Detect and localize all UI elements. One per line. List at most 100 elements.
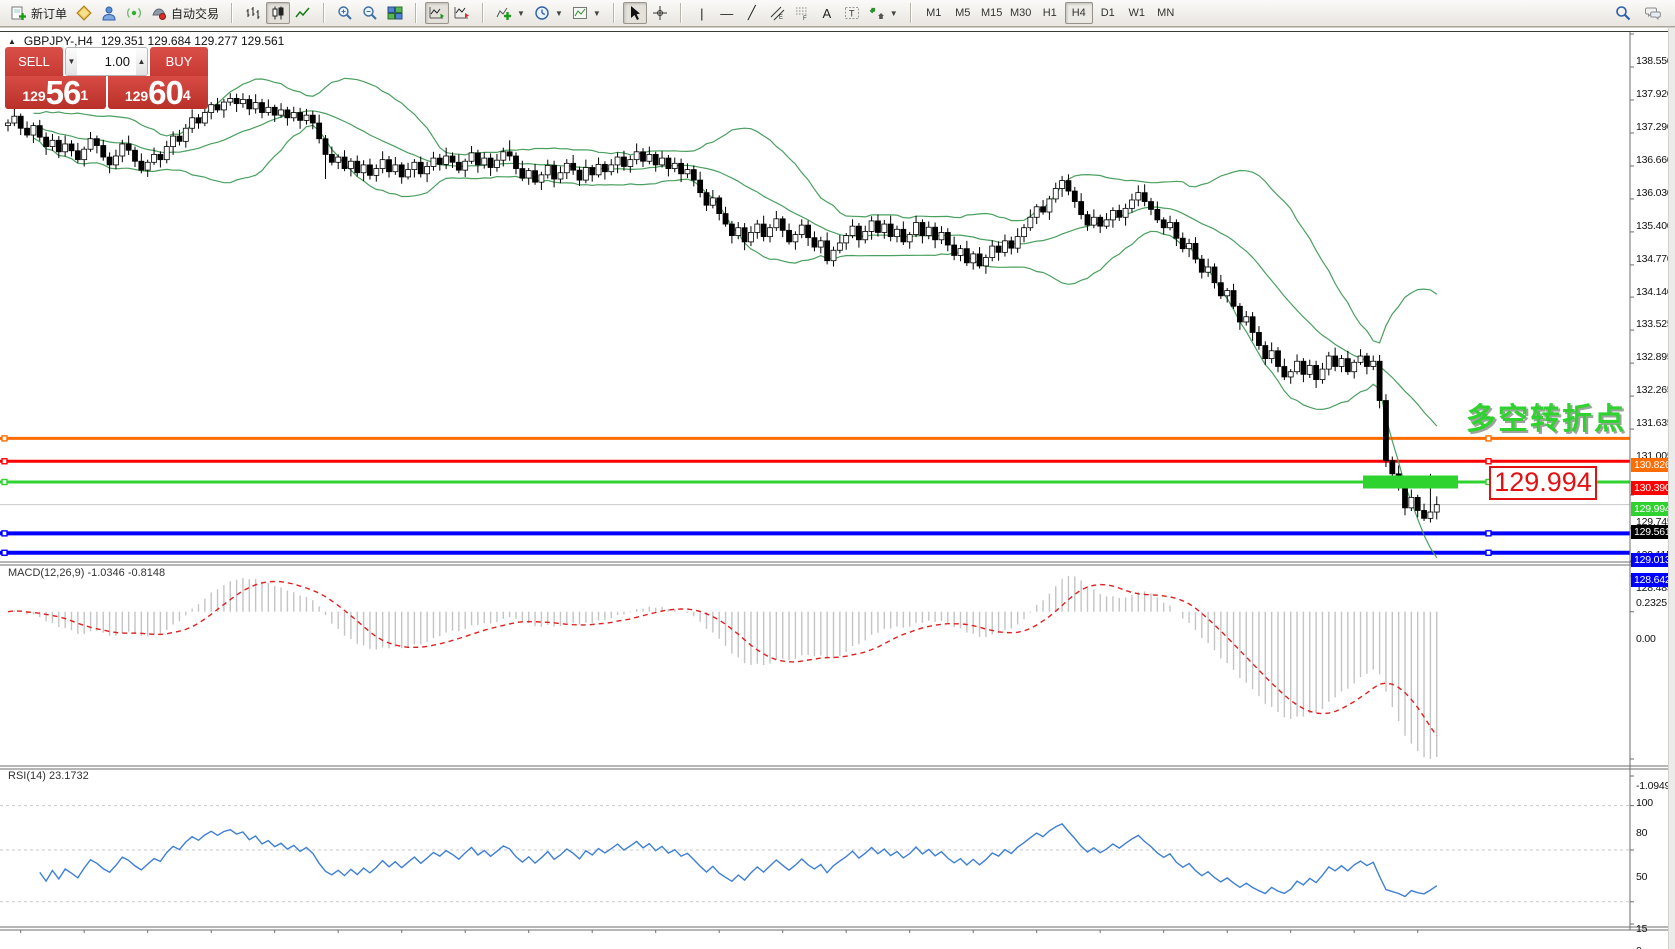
toolbar-separator <box>231 3 233 23</box>
mt4-application: 新订单 <box>0 0 1675 949</box>
indicators-button[interactable]: ▼ <box>492 2 529 24</box>
auto-scroll-icon <box>429 5 445 21</box>
buy-button[interactable]: BUY <box>150 47 208 76</box>
community-person-icon <box>101 5 117 21</box>
new-order-icon <box>11 5 27 21</box>
timeframe-button-m30[interactable]: M30 <box>1007 2 1035 24</box>
svg-text:T: T <box>849 9 855 19</box>
signals-button[interactable] <box>122 2 146 24</box>
turning-point-annotation[interactable]: 多空转折点 <box>1466 394 1626 438</box>
timeframe-button-h4[interactable]: H4 <box>1065 2 1093 24</box>
chart-window: 138.550137.920137.290136.660136.030135.4… <box>0 27 1675 949</box>
clock-icon <box>534 5 550 21</box>
text-icon: A <box>819 6 835 21</box>
chat-bubbles-icon <box>1645 5 1661 21</box>
signals-broadcast-icon <box>126 5 142 21</box>
templates-button[interactable]: ▼ <box>568 2 605 24</box>
auto-trading-label: 自动交易 <box>171 5 219 22</box>
search-icon <box>1615 5 1631 21</box>
vertical-line-tool-button[interactable]: | <box>690 2 714 24</box>
ohlc-quote-label: 129.351 129.684 129.277 129.561 <box>101 34 285 48</box>
candlestick-chart-icon <box>270 5 286 21</box>
timeframe-button-w1[interactable]: W1 <box>1123 2 1151 24</box>
timeframe-button-m15[interactable]: M15 <box>978 2 1006 24</box>
trendline-icon: ╱ <box>744 5 760 21</box>
timeframe-button-h1[interactable]: H1 <box>1036 2 1064 24</box>
svg-text:E: E <box>779 15 783 21</box>
buy-price-big: 60 <box>148 78 183 108</box>
chevron-down-icon: ▼ <box>555 9 563 18</box>
timeframe-toolbar: M1M5M15M30H1H4D1W1MN <box>917 2 1183 24</box>
volume-input[interactable] <box>77 48 136 75</box>
sell-price-display[interactable]: 129561 <box>5 76 106 109</box>
community-button[interactable] <box>97 2 121 24</box>
zoom-out-button[interactable] <box>358 2 382 24</box>
horizontal-line-icon: — <box>719 6 735 21</box>
arrow-objects-icon <box>869 5 885 21</box>
volume-stepper: ▼ ▲ <box>65 47 148 76</box>
timeframe-button-m5[interactable]: M5 <box>949 2 977 24</box>
line-chart-mode-button[interactable] <box>291 2 315 24</box>
text-label-icon: T <box>844 5 860 21</box>
sell-button[interactable]: SELL <box>5 47 63 76</box>
one-click-trading-panel: SELL ▼ ▲ BUY 129561 129604 <box>5 47 208 109</box>
auto-trading-icon <box>151 5 167 21</box>
label-tool-button[interactable]: T <box>840 2 864 24</box>
crosshair-icon <box>652 5 668 21</box>
new-order-label: 新订单 <box>31 5 67 22</box>
equidistant-channel-icon: E <box>769 5 785 21</box>
price-callout-box[interactable]: 129.994 <box>1489 466 1597 500</box>
channel-tool-button[interactable]: E <box>765 2 789 24</box>
volume-increase-button[interactable]: ▲ <box>136 48 147 75</box>
zoom-in-button[interactable] <box>333 2 357 24</box>
toolbar-separator <box>415 3 417 23</box>
rsi-indicator-label: RSI(14) 23.1732 <box>8 770 89 782</box>
sell-price-pip: 1 <box>80 76 88 114</box>
chart-shift-icon <box>454 5 470 21</box>
candlestick-mode-button[interactable] <box>266 2 290 24</box>
tile-windows-icon <box>387 5 403 21</box>
chart-title: ▲ GBPJPY-,H4 129.351 129.684 129.277 129… <box>8 34 284 48</box>
volume-decrease-button[interactable]: ▼ <box>66 48 77 75</box>
zoom-out-icon <box>362 5 378 21</box>
periods-button[interactable]: ▼ <box>530 2 567 24</box>
search-button[interactable] <box>1611 2 1635 24</box>
text-tool-button[interactable]: A <box>815 2 839 24</box>
chevron-down-icon: ▼ <box>593 9 601 18</box>
metaeditor-button[interactable] <box>72 2 96 24</box>
zoom-in-icon <box>337 5 353 21</box>
collapse-triangle-icon[interactable]: ▲ <box>8 37 16 46</box>
horizontal-line-tool-button[interactable]: — <box>715 2 739 24</box>
trendline-tool-button[interactable]: ╱ <box>740 2 764 24</box>
chart-canvas[interactable] <box>0 28 1675 949</box>
chart-shift-button[interactable] <box>450 2 474 24</box>
auto-scroll-button[interactable] <box>425 2 449 24</box>
timeframe-button-m1[interactable]: M1 <box>920 2 948 24</box>
crosshair-tool-button[interactable] <box>648 2 672 24</box>
timeframe-button-d1[interactable]: D1 <box>1094 2 1122 24</box>
bar-chart-mode-button[interactable] <box>241 2 265 24</box>
svg-text:F: F <box>803 16 807 21</box>
fibonacci-icon: F <box>794 5 810 21</box>
chat-button[interactable] <box>1641 2 1665 24</box>
sell-price-big: 56 <box>46 78 81 108</box>
fibonacci-tool-button[interactable]: F <box>790 2 814 24</box>
buy-price-pip: 4 <box>183 76 191 114</box>
buy-price-display[interactable]: 129604 <box>108 76 209 109</box>
toolbar-separator <box>613 3 615 23</box>
tile-windows-button[interactable] <box>383 2 407 24</box>
new-order-button[interactable]: 新订单 <box>7 2 71 24</box>
toolbar-separator <box>482 3 484 23</box>
macd-indicator-label: MACD(12,26,9) -1.0346 -0.8148 <box>8 567 165 579</box>
chevron-down-icon: ▼ <box>517 9 525 18</box>
auto-trading-button[interactable]: 自动交易 <box>147 2 223 24</box>
timeframe-button-mn[interactable]: MN <box>1152 2 1180 24</box>
line-chart-icon <box>295 5 311 21</box>
toolbar-separator <box>323 3 325 23</box>
metaeditor-icon <box>76 5 92 21</box>
cursor-tool-button[interactable] <box>623 2 647 24</box>
toolbar-separator <box>680 3 682 23</box>
arrows-tool-button[interactable]: ▼ <box>865 2 902 24</box>
template-icon <box>572 5 588 21</box>
vertical-scrollbar[interactable] <box>1668 28 1675 949</box>
